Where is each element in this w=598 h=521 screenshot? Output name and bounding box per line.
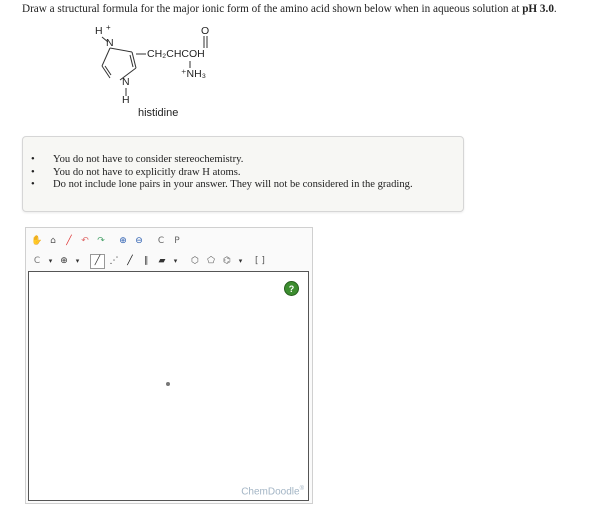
bold-bond-icon[interactable]: ▰ bbox=[155, 254, 169, 268]
question-period: . bbox=[553, 3, 557, 15]
cyclopentane-icon[interactable]: ⬠ bbox=[204, 254, 218, 268]
hash-bond-icon[interactable]: ╱ bbox=[123, 254, 137, 268]
drawing-canvas[interactable]: ? ChemDoodle® bbox=[28, 271, 309, 501]
n-top-label: N bbox=[106, 37, 114, 49]
amine-label: ⁺NH₃ bbox=[181, 68, 206, 80]
eraser-icon[interactable]: ╱ bbox=[62, 234, 76, 248]
charge-plus-icon[interactable]: ⊕ bbox=[57, 254, 71, 268]
bond-dropdown-icon[interactable]: ▾ bbox=[171, 254, 180, 268]
n-bottom-label: N bbox=[122, 76, 130, 88]
atom-dropdown-icon[interactable]: ▾ bbox=[46, 254, 55, 268]
double-bond-icon[interactable]: ∥ bbox=[139, 254, 153, 268]
pan-hand-icon[interactable]: ✋ bbox=[30, 234, 44, 248]
chemdoodle-brand: ChemDoodle® bbox=[241, 486, 304, 497]
single-bond-icon[interactable]: ╱ bbox=[90, 253, 105, 269]
redo-icon[interactable]: ↷ bbox=[94, 234, 108, 248]
instruction-item: You do not have to consider stereochemis… bbox=[31, 154, 413, 167]
carbonyl-o-label: O bbox=[201, 25, 210, 37]
instructions-list: You do not have to consider stereochemis… bbox=[31, 154, 413, 192]
question-text: Draw a structural formula for the major … bbox=[22, 3, 557, 15]
paste-icon[interactable]: P bbox=[170, 234, 184, 248]
toolbar-row-2: C ▾ ⊕ ▾ ╱ ⋰ ╱ ∥ ▰ ▾ ⬡ ⬠ ⌬ ▾[ ] bbox=[30, 252, 267, 270]
instruction-item: You do not have to explicitly draw H ato… bbox=[31, 167, 413, 180]
help-icon[interactable]: ? bbox=[284, 281, 299, 296]
plus-charge-label: + bbox=[106, 23, 111, 32]
canvas-center-dot bbox=[166, 382, 170, 386]
copy-icon[interactable]: C bbox=[154, 234, 168, 248]
charge-dropdown-icon[interactable]: ▾ bbox=[73, 254, 82, 268]
chemdoodle-editor: ✋ ⌂ ╱ ↶ ↷ ⊕ ⊖ C P C ▾ ⊕ ▾ ╱ ⋰ ╱ ∥ ▰ ▾ ⬡ ⬠ ⌬ ▾[ ] ? ChemDoodle… bbox=[25, 227, 313, 504]
undo-icon[interactable]: ↶ bbox=[78, 234, 92, 248]
zoom-in-icon[interactable]: ⊕ bbox=[116, 234, 130, 248]
ring-dropdown-icon[interactable]: ▾ bbox=[236, 254, 245, 268]
wedge-bond-icon[interactable]: ⋰ bbox=[107, 254, 121, 268]
brand-trademark: ® bbox=[299, 485, 304, 492]
brand-name: ChemDoodle bbox=[241, 486, 300, 497]
benzene-icon[interactable]: ⌬ bbox=[220, 254, 234, 268]
structure-caption: histidine bbox=[138, 107, 179, 119]
toolbar-row-1: ✋ ⌂ ╱ ↶ ↷ ⊕ ⊖ C P bbox=[30, 232, 184, 250]
side-chain-label: CH₂CHCOH bbox=[147, 48, 205, 60]
lasso-icon[interactable]: ⌂ bbox=[46, 234, 60, 248]
instructions-box: You do not have to consider stereochemis… bbox=[22, 136, 464, 212]
question-text-main: Draw a structural formula for the major … bbox=[22, 3, 523, 15]
h-top-label: H bbox=[95, 25, 103, 37]
carbon-atom-icon[interactable]: C bbox=[30, 254, 44, 268]
question-ph: pH 3.0 bbox=[522, 3, 554, 15]
bracket-icon[interactable]: [ ] bbox=[253, 254, 267, 268]
h-bottom-label: H bbox=[122, 94, 130, 106]
cyclohexane-icon[interactable]: ⬡ bbox=[188, 254, 202, 268]
instruction-item: Do not include lone pairs in your answer… bbox=[31, 179, 413, 192]
zoom-out-icon[interactable]: ⊖ bbox=[132, 234, 146, 248]
